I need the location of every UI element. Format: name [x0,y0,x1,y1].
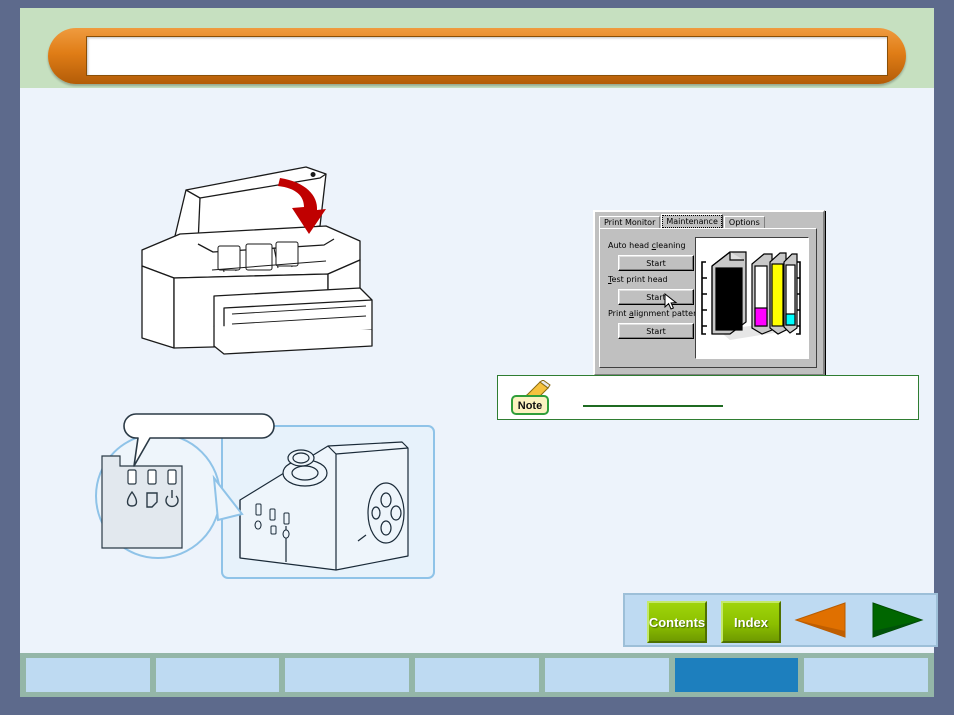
note-box: Note [497,375,919,420]
help-page: Print Monitor Maintenance Options Auto h… [20,8,938,653]
control-panel-callout [90,408,440,588]
maintenance-tab-panel: Auto head cleaning Start Test print head… [599,228,817,368]
title-banner-inner [86,36,888,76]
test-print-head-start-button[interactable]: Start [618,289,694,305]
note-badge: Note [511,380,551,415]
next-page-button[interactable] [869,601,925,639]
footer-tab-7[interactable] [804,658,929,692]
tab-maintenance[interactable]: Maintenance [661,214,723,229]
note-underline [583,405,723,407]
navigation-panel: Contents Index [623,593,938,647]
footer-tab-3[interactable] [285,658,410,692]
previous-page-button[interactable] [793,601,849,639]
note-badge-label: Note [518,400,542,412]
header-band [20,8,934,88]
auto-head-cleaning-label: Auto head cleaning [608,241,686,250]
printer-illustration [128,148,388,358]
print-alignment-patterns-start-button[interactable]: Start [618,323,694,339]
ink-cartridge-illustration [695,237,809,359]
auto-head-cleaning-start-button[interactable]: Start [618,255,694,271]
contents-button[interactable]: Contents [647,601,707,643]
content-area: Print Monitor Maintenance Options Auto h… [20,88,938,653]
footer-tab-strip[interactable] [20,653,934,697]
footer-tab-6-selected[interactable] [674,658,799,692]
index-button[interactable]: Index [721,601,781,643]
printer-driver-dialog[interactable]: Print Monitor Maintenance Options Auto h… [593,210,825,376]
title-banner [48,28,906,84]
test-print-head-label: Test print head [608,275,668,284]
footer-tab-2[interactable] [155,658,280,692]
footer-tab-1[interactable] [26,658,150,692]
footer-tab-5[interactable] [544,658,669,692]
dialog-tabstrip[interactable]: Print Monitor Maintenance Options [599,214,766,229]
print-alignment-patterns-label: Print alignment patterns [608,309,706,318]
footer-tab-4[interactable] [415,658,539,692]
